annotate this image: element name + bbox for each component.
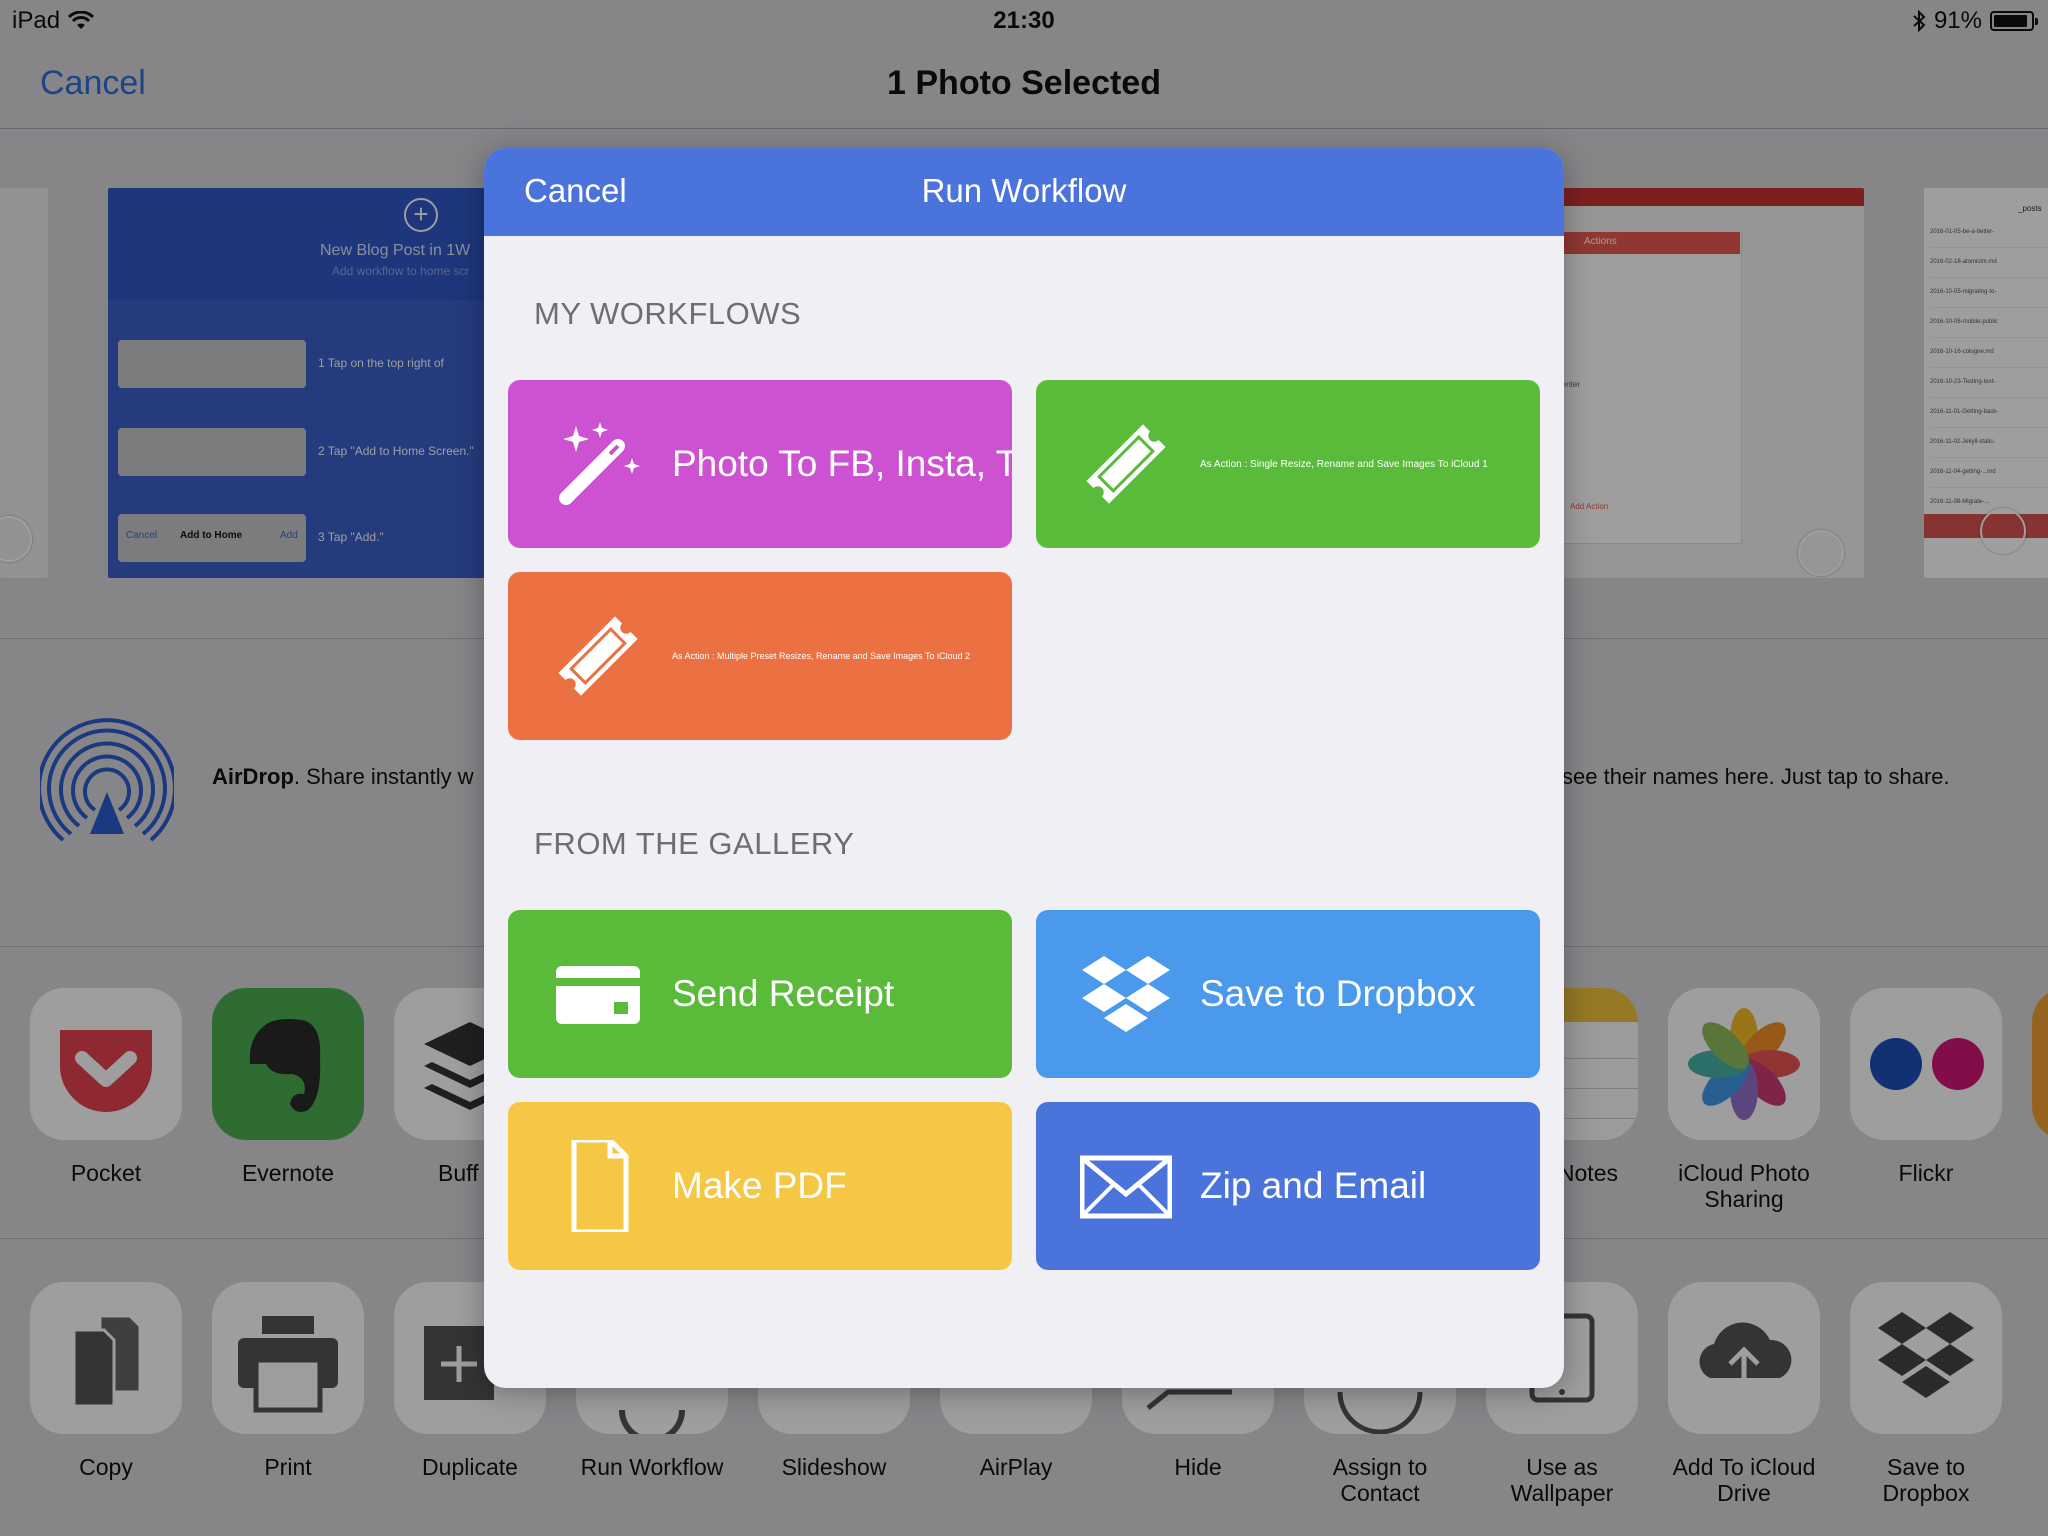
modal-title: Run Workflow [921, 172, 1127, 209]
modal-header: Cancel Run Workflow [484, 148, 1564, 236]
gallery-label: Make PDF [672, 1165, 847, 1206]
section-from-the-gallery: FROM THE GALLERY [534, 826, 855, 861]
dropbox-icon [1082, 956, 1170, 1032]
gallery-label: Save to Dropbox [1200, 973, 1476, 1014]
gallery-label: Zip and Email [1200, 1165, 1427, 1206]
gallery-tile-save-to-dropbox[interactable]: Save to Dropbox [1036, 910, 1540, 1078]
document-icon [571, 1140, 629, 1232]
gallery-label: Send Receipt [672, 973, 895, 1014]
magic-wand-icon [559, 422, 640, 505]
gallery-tile-zip-and-email[interactable]: Zip and Email [1036, 1102, 1540, 1270]
ticket-icon [1086, 424, 1166, 504]
run-workflow-modal: Cancel Run Workflow MY WORKFLOWS Photo T… [484, 148, 1564, 1388]
credit-card-icon [556, 966, 640, 1024]
gallery-tile-make-pdf[interactable]: Make PDF [508, 1102, 1012, 1270]
workflow-tile-photo-to-fb[interactable]: Photo To FB, Insta, Tw [508, 380, 1012, 548]
gallery-tile-send-receipt[interactable]: Send Receipt [508, 910, 1012, 1078]
workflow-tile-single-resize[interactable]: As Action : Single Resize, Rename and Sa… [1036, 380, 1540, 548]
workflow-label: Photo To FB, Insta, Tw [672, 443, 1012, 484]
section-my-workflows: MY WORKFLOWS [534, 296, 802, 331]
ticket-icon [558, 616, 638, 696]
workflow-label: As Action : Multiple Preset Resizes, Ren… [672, 651, 970, 661]
envelope-icon [1080, 1155, 1172, 1219]
workflow-label: As Action : Single Resize, Rename and Sa… [1200, 458, 1488, 470]
workflow-tile-multiple-resize[interactable]: As Action : Multiple Preset Resizes, Ren… [508, 572, 1012, 740]
